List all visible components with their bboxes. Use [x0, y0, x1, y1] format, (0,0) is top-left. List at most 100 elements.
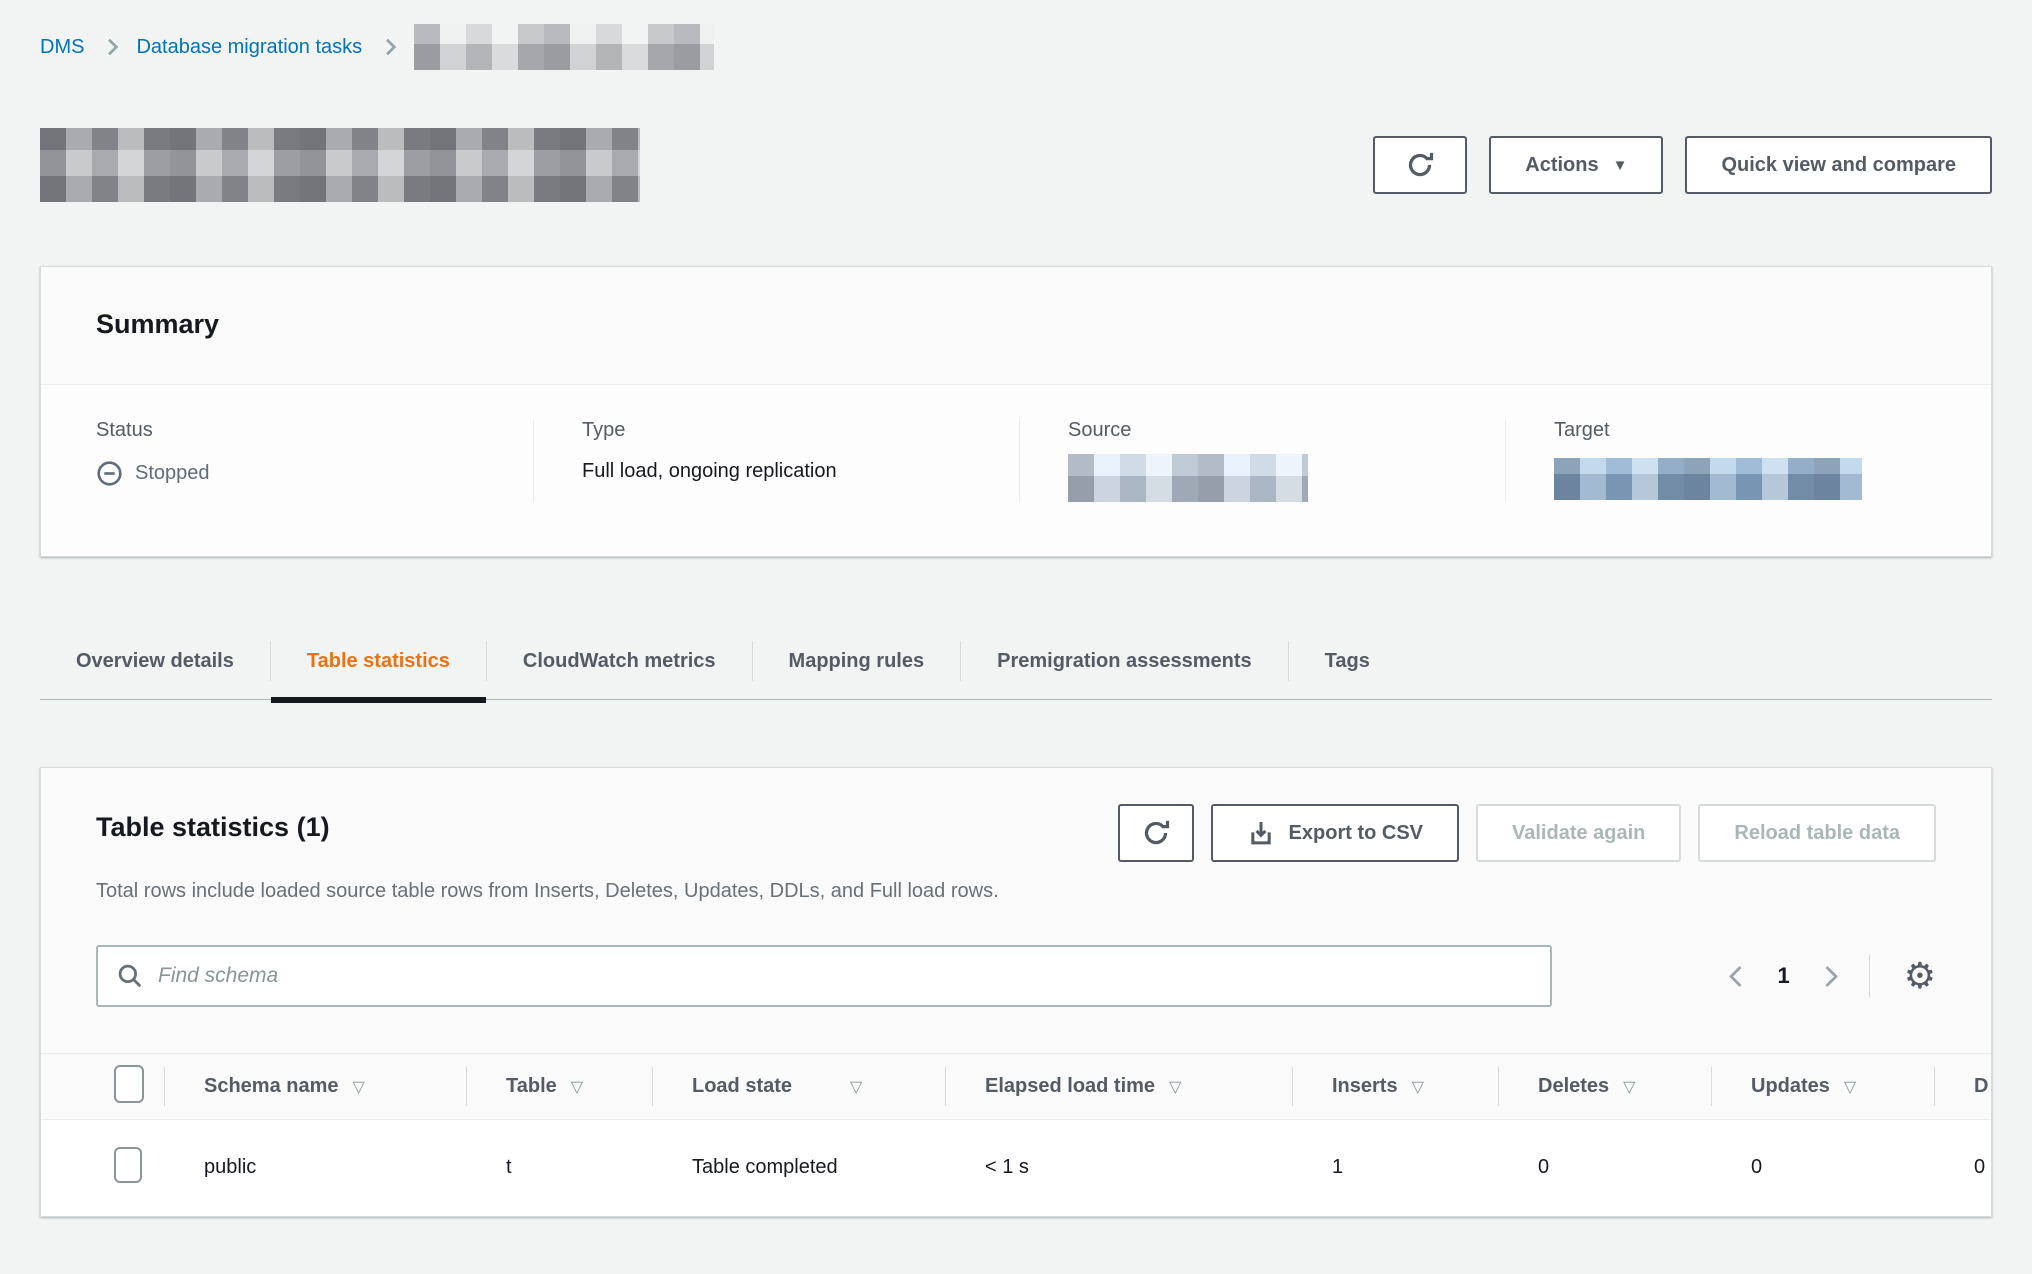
- summary-card-header: Summary: [41, 267, 1991, 385]
- table-refresh-button[interactable]: [1118, 804, 1194, 862]
- column-header-table[interactable]: Table ▽: [466, 1054, 652, 1120]
- export-button-label: Export to CSV: [1289, 822, 1423, 845]
- table-statistics-count: (1): [297, 812, 330, 842]
- column-header-inserts[interactable]: Inserts ▽: [1292, 1054, 1498, 1120]
- schema-search-input[interactable]: [158, 964, 1532, 988]
- tab-premigration-assessments[interactable]: Premigration assessments: [961, 623, 1288, 699]
- caret-down-icon: ▼: [1613, 158, 1628, 173]
- column-header-elapsed-load-time[interactable]: Elapsed load time ▽: [945, 1054, 1292, 1120]
- column-label: Deletes: [1538, 1075, 1609, 1097]
- validate-again-button[interactable]: Validate again: [1476, 804, 1681, 862]
- column-label: Inserts: [1332, 1075, 1398, 1097]
- tab-overview-details[interactable]: Overview details: [40, 623, 270, 699]
- table-statistics-card: Table statistics (1): [40, 767, 1992, 1217]
- column-header-deletes[interactable]: Deletes ▽: [1498, 1054, 1711, 1120]
- pagination-divider: [1869, 955, 1870, 997]
- column-header-schema-name[interactable]: Schema name ▽: [164, 1054, 466, 1120]
- target-label: Target: [1554, 419, 1951, 442]
- task-tabs: Overview details Table statistics CloudW…: [40, 623, 1992, 700]
- type-label: Type: [582, 419, 979, 442]
- sort-icon[interactable]: ▽: [571, 1079, 583, 1096]
- table-statistics-table: Schema name ▽ Table ▽ Load state ▽ Elapsed …: [41, 1053, 1991, 1216]
- actions-button-label: Actions: [1525, 154, 1598, 177]
- status-value: Stopped: [135, 462, 210, 485]
- table-actions: Export to CSV Validate again Reload tabl…: [1118, 804, 1936, 862]
- column-label: Table: [506, 1075, 557, 1097]
- column-label: Updates: [1751, 1075, 1830, 1097]
- tab-cloudwatch-metrics[interactable]: CloudWatch metrics: [487, 623, 752, 699]
- gear-icon[interactable]: ⚙: [1904, 958, 1936, 994]
- validate-button-label: Validate again: [1512, 822, 1645, 845]
- status-label: Status: [96, 419, 493, 442]
- download-icon: [1247, 819, 1275, 847]
- column-header-updates[interactable]: Updates ▽: [1711, 1054, 1934, 1120]
- refresh-icon: [1405, 150, 1435, 180]
- sort-icon[interactable]: ▽: [850, 1079, 862, 1096]
- summary-field-target: Target: [1505, 419, 1991, 502]
- page-title-redacted: [40, 128, 640, 202]
- sort-icon[interactable]: ▽: [1623, 1079, 1635, 1096]
- sort-icon[interactable]: ▽: [353, 1079, 365, 1096]
- tab-mapping-rules[interactable]: Mapping rules: [753, 623, 961, 699]
- table-statistics-title: Table statistics (1): [96, 804, 330, 843]
- cell-load-state: Table completed: [652, 1120, 945, 1216]
- chevron-right-icon: [380, 39, 397, 56]
- export-to-csv-button[interactable]: Export to CSV: [1211, 804, 1459, 862]
- cell-elapsed-load-time: < 1 s: [945, 1120, 1292, 1216]
- table-statistics-description: Total rows include loaded source table r…: [41, 862, 1991, 903]
- cell-updates: 0: [1711, 1120, 1934, 1216]
- pagination-prev-icon[interactable]: [1729, 965, 1750, 986]
- source-value-redacted[interactable]: [1068, 454, 1308, 502]
- table-statistics-table-wrap: Schema name ▽ Table ▽ Load state ▽ Elapsed …: [41, 1053, 1991, 1216]
- table-header-row: Schema name ▽ Table ▽ Load state ▽ Elapsed …: [41, 1054, 1991, 1120]
- cell-table: t: [466, 1120, 652, 1216]
- summary-body: Status Stopped Type Full: [41, 385, 1991, 556]
- pagination-current-page[interactable]: 1: [1777, 963, 1789, 989]
- table-statistics-title-text: Table statistics: [96, 812, 289, 842]
- row-checkbox[interactable]: [114, 1147, 142, 1183]
- column-header-load-state[interactable]: Load state ▽: [652, 1054, 945, 1120]
- refresh-button[interactable]: [1373, 136, 1467, 194]
- summary-field-source: Source: [1019, 419, 1505, 502]
- header-actions: Actions ▼ Quick view and compare: [1373, 136, 1992, 194]
- tab-tags[interactable]: Tags: [1289, 623, 1406, 699]
- type-value: Full load, ongoing replication: [582, 460, 837, 483]
- breadcrumb: DMS Database migration tasks: [40, 30, 1992, 64]
- column-label: Schema name: [204, 1075, 339, 1097]
- summary-field-type: Type Full load, ongoing replication: [533, 419, 1019, 502]
- source-label: Source: [1068, 419, 1465, 442]
- summary-title: Summary: [96, 309, 1936, 340]
- quick-view-button-label: Quick view and compare: [1721, 154, 1956, 177]
- stopped-icon: [96, 460, 123, 487]
- pagination: 1 ⚙: [1732, 955, 1936, 997]
- reload-table-data-button[interactable]: Reload table data: [1698, 804, 1936, 862]
- breadcrumb-link-dms[interactable]: DMS: [40, 36, 84, 59]
- actions-dropdown-button[interactable]: Actions ▼: [1489, 136, 1663, 194]
- target-value-redacted[interactable]: [1554, 458, 1862, 500]
- chevron-right-icon: [102, 39, 119, 56]
- quick-view-compare-button[interactable]: Quick view and compare: [1685, 136, 1992, 194]
- breadcrumb-current-redacted: [414, 24, 714, 70]
- dms-task-page: DMS Database migration tasks: [0, 0, 2032, 1274]
- summary-card: Summary Status Stopped: [40, 266, 1992, 557]
- tab-table-statistics[interactable]: Table statistics: [271, 623, 486, 699]
- schema-search-box: [96, 945, 1552, 1007]
- summary-field-status: Status Stopped: [41, 419, 533, 502]
- refresh-icon: [1141, 818, 1171, 848]
- column-label: D: [1974, 1075, 1988, 1097]
- sort-icon[interactable]: ▽: [1412, 1079, 1424, 1096]
- select-all-checkbox[interactable]: [114, 1065, 144, 1103]
- search-icon: [116, 962, 144, 990]
- sort-icon[interactable]: ▽: [1169, 1079, 1181, 1096]
- pagination-next-icon[interactable]: [1817, 965, 1838, 986]
- table-row: public t Table completed < 1 s 1 0 0 0: [41, 1120, 1991, 1216]
- breadcrumb-link-tasks[interactable]: Database migration tasks: [136, 36, 362, 59]
- cell-inserts: 1: [1292, 1120, 1498, 1216]
- column-label: Load state: [692, 1075, 792, 1097]
- table-filter-row: 1 ⚙: [41, 903, 1991, 1007]
- column-header-ddls[interactable]: D: [1934, 1054, 1991, 1120]
- column-label: Elapsed load time: [985, 1075, 1155, 1097]
- sort-icon[interactable]: ▽: [1844, 1079, 1856, 1096]
- cell-ddls: 0: [1934, 1120, 1991, 1216]
- page-header: Actions ▼ Quick view and compare: [40, 128, 1992, 202]
